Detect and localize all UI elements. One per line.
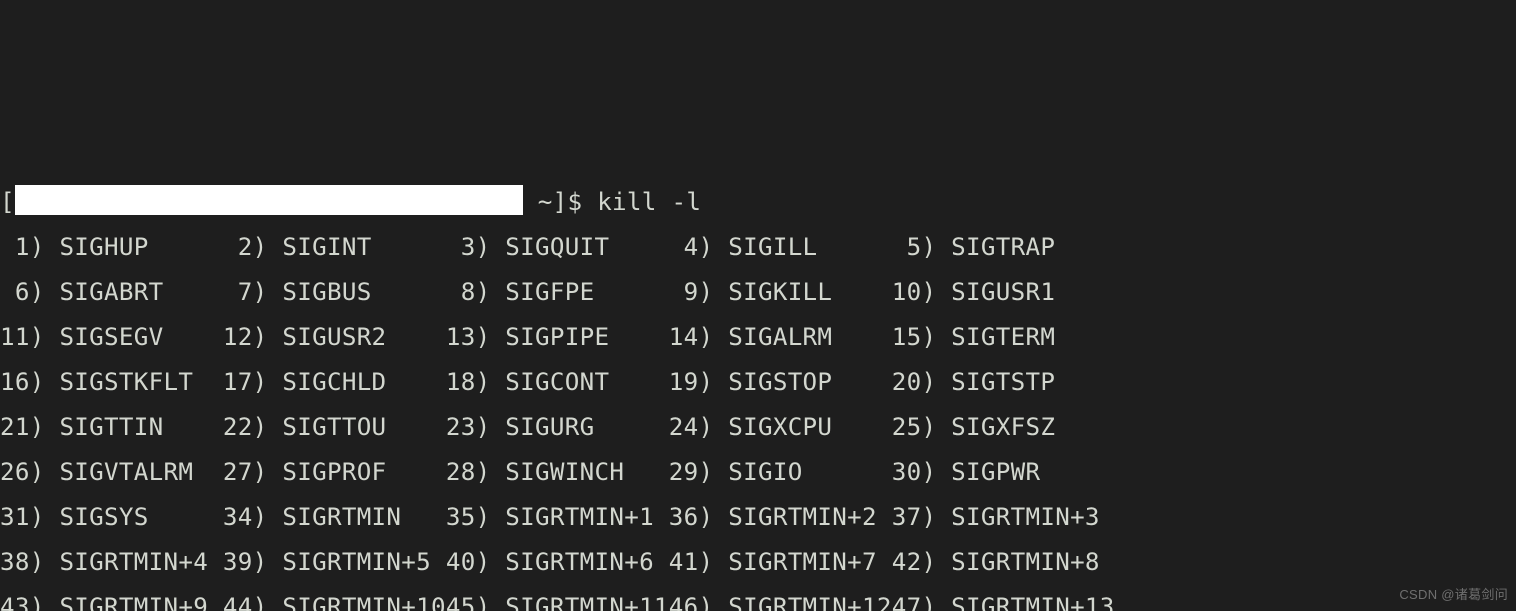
signal-list: 1) SIGHUP 2) SIGINT 3) SIGQUIT 4) SIGILL… [0, 233, 1115, 611]
terminal-output[interactable]: [ ~]$ kill -l 1) SIGHUP 2) SIGINT 3) SIG… [0, 180, 1516, 611]
watermark-text: CSDN @诸葛剑问 [1399, 583, 1508, 607]
redacted-block [15, 185, 523, 215]
prompt-open-bracket: [ [0, 188, 15, 216]
prompt-line: [ ~]$ kill -l [0, 180, 1516, 225]
prompt-close: ~]$ [523, 188, 597, 216]
command-text: kill -l [597, 188, 701, 216]
